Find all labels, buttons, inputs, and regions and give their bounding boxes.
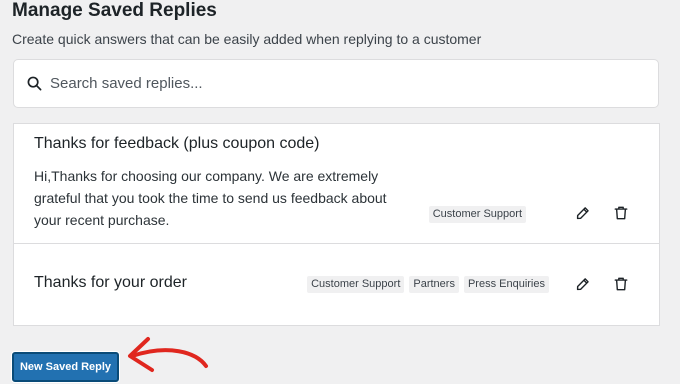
saved-reply-title: Thanks for your order bbox=[34, 274, 187, 291]
delete-button[interactable] bbox=[611, 203, 631, 223]
tag-badge: Partners bbox=[409, 276, 459, 293]
arrow-icon bbox=[128, 337, 208, 372]
delete-button[interactable] bbox=[611, 274, 631, 294]
trash-icon bbox=[614, 206, 628, 220]
saved-reply-tags: Customer Support bbox=[428, 206, 526, 223]
saved-reply-tags: Customer Support Partners Press Enquirie… bbox=[307, 276, 549, 293]
edit-button[interactable] bbox=[573, 274, 593, 294]
new-saved-reply-button[interactable]: New Saved Reply bbox=[12, 352, 119, 382]
saved-reply-item[interactable]: Thanks for feedback (plus coupon code) H… bbox=[14, 124, 659, 244]
tag-badge: Press Enquiries bbox=[463, 276, 549, 293]
pencil-icon bbox=[576, 278, 589, 291]
page-subtitle: Create quick answers that can be easily … bbox=[12, 31, 482, 47]
saved-replies-list: Thanks for feedback (plus coupon code) H… bbox=[13, 123, 660, 326]
search-icon bbox=[26, 76, 42, 92]
search-input[interactable] bbox=[50, 75, 610, 92]
page-title: Manage Saved Replies bbox=[12, 0, 217, 21]
saved-reply-body: Hi,Thanks for choosing our company. We a… bbox=[34, 168, 387, 228]
edit-button[interactable] bbox=[573, 203, 593, 223]
tag-badge: Customer Support bbox=[307, 276, 405, 293]
saved-reply-item[interactable]: Thanks for your order Customer Support P… bbox=[14, 244, 659, 325]
tag-badge: Customer Support bbox=[428, 206, 526, 223]
pencil-icon bbox=[576, 207, 589, 220]
trash-icon bbox=[614, 277, 628, 291]
saved-reply-title: Thanks for feedback (plus coupon code) bbox=[34, 135, 320, 152]
search-box[interactable] bbox=[13, 59, 659, 108]
